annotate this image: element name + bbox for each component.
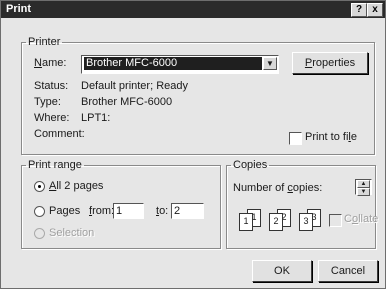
- number-of-copies-label: Number of copies:: [233, 182, 323, 194]
- from-label: from:: [89, 205, 115, 217]
- name-label: Name:: [34, 57, 67, 69]
- status-value: Default printer; Ready: [81, 80, 188, 92]
- all-pages-label[interactable]: All 2 pages: [49, 180, 103, 192]
- page-icon: 1: [239, 213, 253, 231]
- page-icon: 3: [299, 213, 313, 231]
- print-dialog: Print ? x Printer Name: Brother MFC-6000…: [0, 0, 386, 289]
- ok-button[interactable]: OK: [252, 260, 312, 282]
- pages-radio[interactable]: [34, 206, 45, 217]
- title-bar[interactable]: Print ? x: [1, 1, 385, 18]
- to-input[interactable]: 2: [171, 203, 204, 219]
- copies-spin-up-icon[interactable]: ▲: [357, 180, 370, 188]
- collate-label: Collate: [344, 213, 379, 225]
- printer-name-value: Brother MFC-6000: [84, 57, 262, 70]
- cancel-button[interactable]: Cancel: [318, 260, 378, 282]
- copies-label: Copies: [233, 159, 268, 171]
- copies-group: Copies: [226, 159, 376, 249]
- print-to-file-checkbox[interactable]: [289, 132, 302, 145]
- from-input[interactable]: 1: [113, 203, 144, 219]
- collate-checkbox[interactable]: [329, 214, 342, 227]
- comment-label: Comment:: [34, 128, 85, 140]
- close-button[interactable]: x: [367, 3, 383, 17]
- where-value: LPT1:: [81, 112, 111, 124]
- properties-button[interactable]: Properties: [292, 52, 368, 74]
- where-label: Where:: [34, 112, 70, 124]
- printer-group-label: Printer: [28, 36, 61, 48]
- to-label: to:: [156, 205, 169, 217]
- help-button[interactable]: ?: [351, 3, 367, 17]
- type-value: Brother MFC-6000: [81, 96, 173, 108]
- status-label: Status:: [34, 80, 69, 92]
- pages-label[interactable]: Pages: [49, 205, 80, 217]
- type-label: Type:: [34, 96, 61, 108]
- chevron-down-icon[interactable]: ▼: [263, 57, 277, 70]
- window-title: Print: [6, 3, 32, 15]
- page-icon: 2: [269, 213, 283, 231]
- selection-radio[interactable]: [34, 228, 45, 239]
- printer-name-select[interactable]: Brother MFC-6000 ▼: [81, 55, 279, 74]
- print-range-label: Print range: [28, 159, 82, 171]
- all-pages-radio[interactable]: [34, 181, 45, 192]
- selection-label: Selection: [49, 227, 95, 239]
- copies-spin-down-icon[interactable]: ▼: [357, 188, 370, 196]
- print-to-file-label[interactable]: Print to file: [305, 131, 357, 143]
